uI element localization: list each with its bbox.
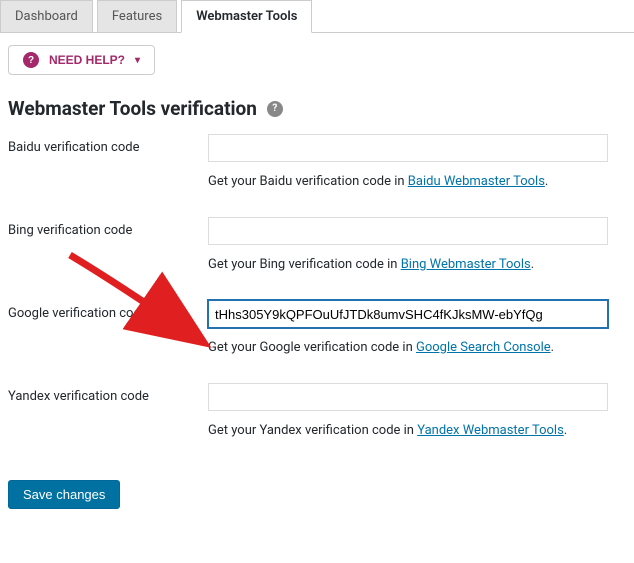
info-icon[interactable]: ? xyxy=(267,101,283,117)
tab-dashboard[interactable]: Dashboard xyxy=(0,0,93,33)
bing-label: Bing verification code xyxy=(8,217,208,238)
baidu-description: Get your Baidu verification code in Baid… xyxy=(208,174,626,189)
google-description: Get your Google verification code in Goo… xyxy=(208,340,626,355)
tab-webmaster-tools[interactable]: Webmaster Tools xyxy=(181,0,312,33)
bing-description: Get your Bing verification code in Bing … xyxy=(208,257,626,272)
baidu-link[interactable]: Baidu Webmaster Tools xyxy=(408,174,545,189)
google-input[interactable] xyxy=(208,300,608,328)
save-changes-button[interactable]: Save changes xyxy=(8,480,120,509)
bing-input[interactable] xyxy=(208,217,608,245)
bing-link[interactable]: Bing Webmaster Tools xyxy=(401,257,531,272)
yandex-description: Get your Yandex verification code in Yan… xyxy=(208,423,626,438)
tab-bar: Dashboard Features Webmaster Tools xyxy=(0,0,634,33)
need-help-button[interactable]: ? NEED HELP? ▾ xyxy=(8,45,155,75)
chevron-down-icon: ▾ xyxy=(135,55,140,66)
yandex-label: Yandex verification code xyxy=(8,383,208,404)
yandex-input[interactable] xyxy=(208,383,608,411)
tab-features[interactable]: Features xyxy=(97,0,177,33)
need-help-label: NEED HELP? xyxy=(49,53,125,67)
baidu-input[interactable] xyxy=(208,134,608,162)
google-label: Google verification code xyxy=(8,300,208,321)
page-title: Webmaster Tools verification xyxy=(8,97,257,120)
question-icon: ? xyxy=(23,52,39,68)
baidu-label: Baidu verification code xyxy=(8,134,208,155)
yandex-link[interactable]: Yandex Webmaster Tools xyxy=(417,423,564,438)
google-link[interactable]: Google Search Console xyxy=(416,340,551,355)
